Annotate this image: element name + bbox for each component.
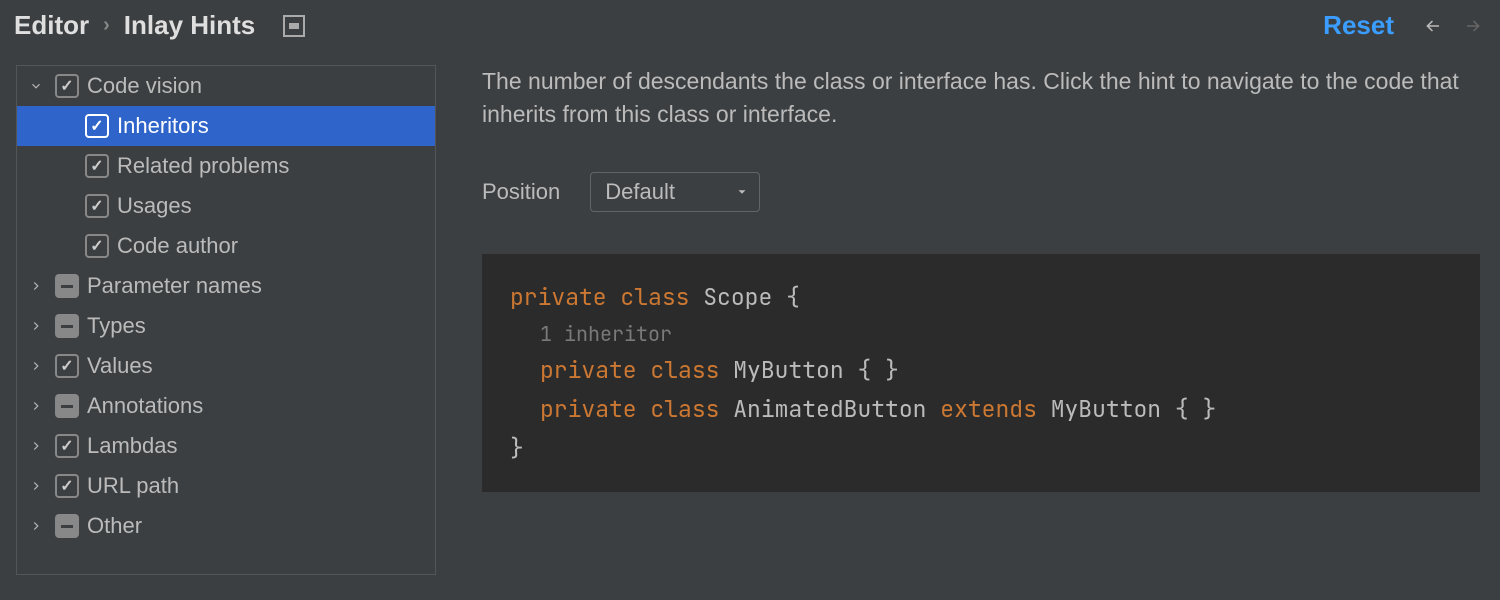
tree-item-parameter-names[interactable]: Parameter names <box>17 266 435 306</box>
checkbox-icon[interactable] <box>85 114 109 138</box>
position-setting: Position Default <box>482 172 1480 212</box>
checkbox-icon[interactable] <box>85 194 109 218</box>
code-preview: private class Scope { 1 inheritor privat… <box>482 254 1480 492</box>
checkbox-icon[interactable] <box>85 234 109 258</box>
chevron-down-icon[interactable] <box>25 79 47 93</box>
nav-arrows <box>1424 17 1482 35</box>
tree-label: Code vision <box>87 73 202 99</box>
checkbox-icon[interactable] <box>55 274 79 298</box>
checkbox-icon[interactable] <box>55 474 79 498</box>
checkbox-icon[interactable] <box>55 394 79 418</box>
breadcrumb: Editor › Inlay Hints <box>14 10 1323 41</box>
hint-tree[interactable]: Code vision Inheritors Related problems … <box>16 65 436 575</box>
checkbox-icon[interactable] <box>85 154 109 178</box>
tree-label: Types <box>87 313 146 339</box>
chevron-down-icon <box>735 185 749 199</box>
tree-item-values[interactable]: Values <box>17 346 435 386</box>
tree-label: Other <box>87 513 142 539</box>
forward-icon <box>1464 17 1482 35</box>
tree-item-code-vision[interactable]: Code vision <box>17 66 435 106</box>
tree-label: Code author <box>117 233 238 259</box>
checkbox-icon[interactable] <box>55 74 79 98</box>
hint-description: The number of descendants the class or i… <box>482 65 1480 132</box>
inheritor-hint[interactable]: 1 inheritor <box>510 317 1452 351</box>
tree-label: Usages <box>117 193 192 219</box>
tree-label: Related problems <box>117 153 289 179</box>
tree-item-code-author[interactable]: Code author <box>17 226 435 266</box>
breadcrumb-root[interactable]: Editor <box>14 10 89 41</box>
chevron-right-icon[interactable] <box>25 359 47 373</box>
tree-item-lambdas[interactable]: Lambdas <box>17 426 435 466</box>
chevron-right-icon[interactable] <box>25 439 47 453</box>
tree-label: URL path <box>87 473 179 499</box>
checkbox-icon[interactable] <box>55 354 79 378</box>
chevron-right-icon[interactable] <box>25 319 47 333</box>
checkbox-icon[interactable] <box>55 514 79 538</box>
tree-item-related-problems[interactable]: Related problems <box>17 146 435 186</box>
tree-item-annotations[interactable]: Annotations <box>17 386 435 426</box>
tree-label: Parameter names <box>87 273 262 299</box>
tree-label: Annotations <box>87 393 203 419</box>
tree-item-usages[interactable]: Usages <box>17 186 435 226</box>
tree-label: Inheritors <box>117 113 209 139</box>
detail-panel: The number of descendants the class or i… <box>436 57 1500 575</box>
settings-header: Editor › Inlay Hints Reset <box>0 0 1500 57</box>
tree-item-url-path[interactable]: URL path <box>17 466 435 506</box>
tree-item-types[interactable]: Types <box>17 306 435 346</box>
chevron-right-icon[interactable] <box>25 279 47 293</box>
tree-item-other[interactable]: Other <box>17 506 435 546</box>
chevron-right-icon[interactable] <box>25 399 47 413</box>
tree-item-inheritors[interactable]: Inheritors <box>17 106 435 146</box>
breadcrumb-sep: › <box>103 14 110 37</box>
checkbox-icon[interactable] <box>55 434 79 458</box>
collapse-panel-icon[interactable] <box>283 15 305 37</box>
tree-label: Lambdas <box>87 433 178 459</box>
reset-button[interactable]: Reset <box>1323 10 1394 41</box>
tree-label: Values <box>87 353 153 379</box>
checkbox-icon[interactable] <box>55 314 79 338</box>
breadcrumb-current: Inlay Hints <box>124 10 255 41</box>
back-icon[interactable] <box>1424 17 1442 35</box>
dropdown-value: Default <box>605 179 675 204</box>
chevron-right-icon[interactable] <box>25 519 47 533</box>
position-dropdown[interactable]: Default <box>590 172 760 212</box>
chevron-right-icon[interactable] <box>25 479 47 493</box>
position-label: Position <box>482 179 560 205</box>
